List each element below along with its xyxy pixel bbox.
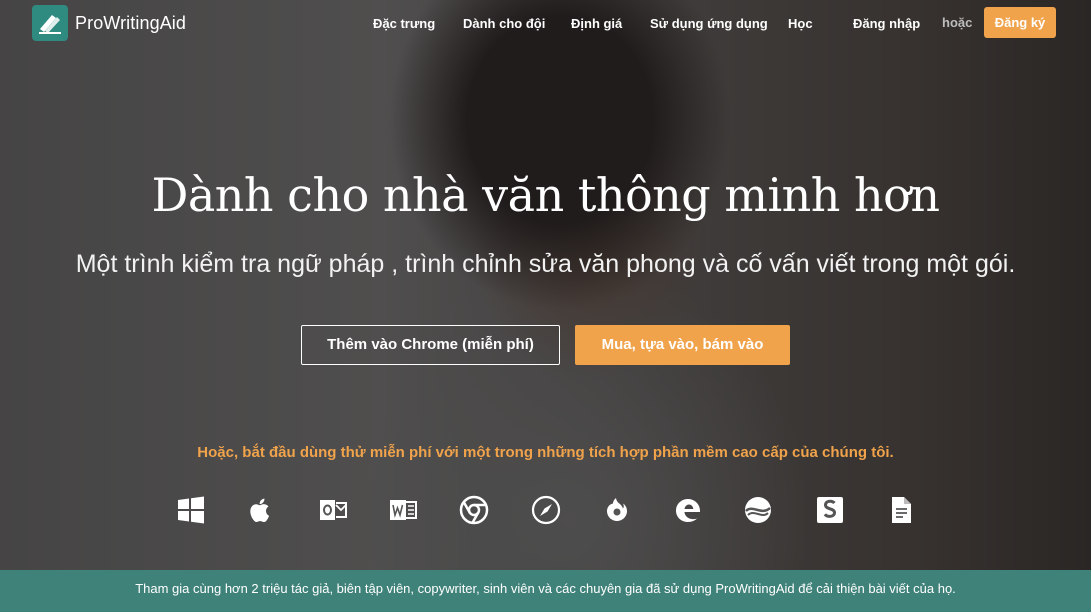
top-navbar: ProWritingAid Đặc trưng Dành cho đội Địn… — [0, 0, 1091, 46]
nav-teams[interactable]: Dành cho đội — [463, 16, 545, 31]
nav-or-label: hoặc — [942, 15, 973, 30]
logo[interactable]: ProWritingAid — [32, 5, 186, 41]
nav-features[interactable]: Đặc trưng — [373, 16, 435, 31]
integrations-icon-row — [0, 494, 1091, 528]
hero-background — [0, 0, 1091, 570]
firefox-icon[interactable] — [600, 494, 632, 526]
windows-icon[interactable] — [175, 494, 207, 526]
outlook-icon[interactable] — [317, 494, 349, 526]
word-icon[interactable] — [387, 494, 419, 526]
footer-text: Tham gia cùng hơn 2 triệu tác giả, biên … — [135, 581, 956, 596]
hero-title: Dành cho nhà văn thông minh hơn — [151, 168, 941, 222]
integrations-text: Hoặc, bắt đầu dùng thử miễn phí với một … — [197, 444, 894, 461]
signup-button[interactable]: Đăng ký — [984, 7, 1056, 38]
chrome-icon[interactable] — [458, 494, 490, 526]
logo-mark-icon — [32, 5, 68, 41]
logo-text: ProWritingAid — [75, 12, 187, 33]
nav-apps[interactable]: Sử dụng ứng dụng — [650, 16, 768, 31]
hero-overlay — [0, 0, 1091, 570]
buy-button[interactable]: Mua, tựa vào, bám vào — [575, 325, 790, 365]
add-to-chrome-button[interactable]: Thêm vào Chrome (miễn phí) — [301, 325, 560, 365]
google-docs-icon[interactable] — [814, 494, 846, 526]
apple-icon[interactable] — [245, 494, 277, 526]
scrivener-icon[interactable] — [742, 494, 774, 526]
nav-learn[interactable]: Học — [788, 16, 813, 31]
document-icon[interactable] — [885, 494, 917, 526]
safari-icon[interactable] — [530, 494, 562, 526]
edge-icon[interactable] — [672, 494, 704, 526]
nav-pricing[interactable]: Định giá — [571, 16, 622, 31]
nav-login[interactable]: Đăng nhập — [853, 16, 920, 31]
hero-subtitle: Một trình kiểm tra ngữ pháp , trình chỉn… — [75, 250, 1016, 278]
footer-banner: Tham gia cùng hơn 2 triệu tác giả, biên … — [0, 570, 1091, 612]
